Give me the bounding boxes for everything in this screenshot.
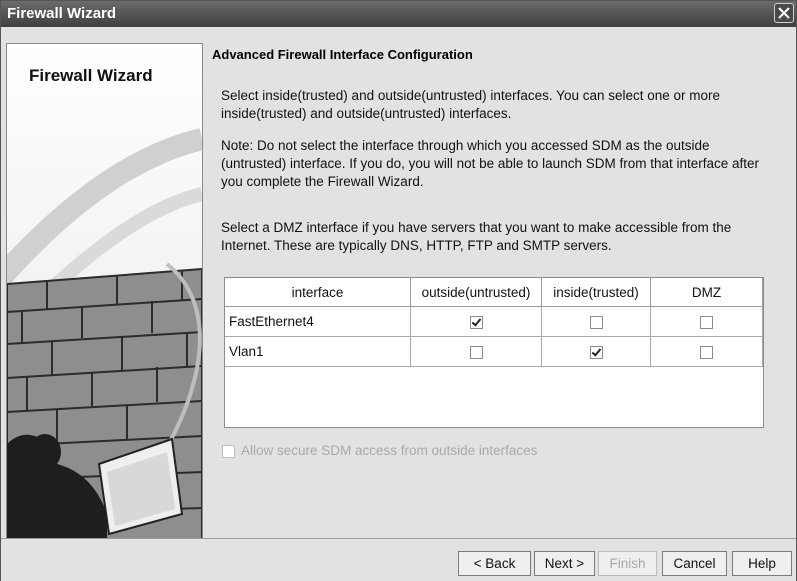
column-header-interface[interactable]: interface bbox=[225, 278, 411, 307]
next-button[interactable]: Next > bbox=[534, 551, 595, 576]
allow-sdm-access-checkbox[interactable] bbox=[222, 444, 235, 458]
dmz-checkbox[interactable] bbox=[700, 315, 713, 329]
button-bar: < Back Next > Finish Cancel Help bbox=[1, 538, 796, 581]
window-title: Firewall Wizard bbox=[7, 5, 117, 22]
finish-button[interactable]: Finish bbox=[598, 551, 657, 576]
side-panel-title: Firewall Wizard bbox=[29, 66, 153, 85]
wizard-window: Firewall Wizard Firewall Wizard Advanced… bbox=[0, 0, 797, 581]
table-row[interactable]: Vlan1 bbox=[225, 336, 763, 367]
table-header-row: interface outside(untrusted) inside(trus… bbox=[225, 278, 763, 307]
table-row[interactable]: FastEthernet4 bbox=[225, 306, 763, 337]
page-heading: Advanced Firewall Interface Configuratio… bbox=[212, 47, 473, 62]
column-header-outside[interactable]: outside(untrusted) bbox=[410, 278, 542, 307]
interface-name: Vlan1 bbox=[225, 336, 411, 367]
cancel-button[interactable]: Cancel bbox=[662, 551, 727, 576]
note-text: Note: Do not select the interface throug… bbox=[221, 138, 760, 189]
title-bar: Firewall Wizard bbox=[1, 1, 796, 27]
instruction-text: Select inside(trusted) and outside(untru… bbox=[221, 88, 721, 121]
close-button[interactable] bbox=[774, 3, 794, 23]
allow-sdm-access-option[interactable]: Allow secure SDM access from outside int… bbox=[222, 443, 537, 458]
outside-checkbox[interactable] bbox=[469, 315, 483, 329]
help-button[interactable]: Help bbox=[732, 551, 792, 576]
column-header-dmz[interactable]: DMZ bbox=[650, 278, 763, 307]
back-button[interactable]: < Back bbox=[458, 551, 531, 576]
dmz-instruction-text: Select a DMZ interface if you have serve… bbox=[221, 220, 732, 253]
wizard-content: Advanced Firewall Interface Configuratio… bbox=[208, 41, 788, 538]
allow-sdm-access-label: Allow secure SDM access from outside int… bbox=[241, 443, 538, 458]
inside-checkbox[interactable] bbox=[589, 315, 603, 329]
close-icon bbox=[778, 7, 790, 19]
interface-name: FastEthernet4 bbox=[225, 306, 411, 337]
outside-checkbox[interactable] bbox=[469, 345, 483, 359]
interface-table: interface outside(untrusted) inside(trus… bbox=[224, 277, 764, 428]
dmz-checkbox[interactable] bbox=[700, 345, 713, 359]
wizard-side-panel: Firewall Wizard bbox=[6, 43, 203, 540]
column-header-inside[interactable]: inside(trusted) bbox=[541, 278, 651, 307]
inside-checkbox[interactable] bbox=[589, 345, 603, 359]
firewall-illustration bbox=[7, 44, 202, 539]
